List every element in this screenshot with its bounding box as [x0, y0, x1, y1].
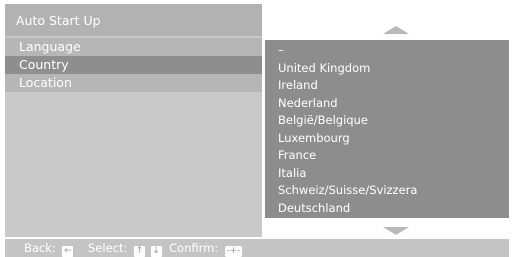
back-label: Back: [24, 241, 56, 255]
down-key-icon: ↓ [150, 246, 162, 257]
country-option-luxembourg[interactable]: Luxembourg [278, 130, 417, 148]
up-key-icon: ↑ [134, 246, 146, 257]
menu-item-language[interactable]: Language [5, 38, 262, 56]
confirm-hint: Confirm: -+- [169, 241, 242, 257]
country-option-france[interactable]: France [278, 147, 417, 165]
menu-item-location[interactable]: Location [5, 74, 262, 92]
country-option-deutschland[interactable]: Deutschland [278, 200, 417, 218]
country-option-none[interactable]: – [278, 42, 417, 60]
scroll-up-arrow-icon[interactable] [383, 26, 409, 34]
menu-list: Language Country Location [5, 38, 262, 92]
footer-hint-bar: Back: ← Select: ↑ ↓ Confirm: -+- [5, 239, 509, 257]
country-option-belgie[interactable]: België/Belgique [278, 112, 417, 130]
confirm-key-icon: -+- [224, 246, 242, 257]
country-option-nederland[interactable]: Nederland [278, 95, 417, 113]
country-options-panel: – United Kingdom Ireland Nederland Belgi… [265, 40, 509, 218]
country-options-list: – United Kingdom Ireland Nederland Belgi… [278, 42, 417, 217]
menu-panel: Auto Start Up Language Country Location [5, 4, 262, 237]
select-label: Select: [88, 241, 128, 255]
menu-title: Auto Start Up [5, 4, 262, 36]
country-option-united-kingdom[interactable]: United Kingdom [278, 60, 417, 78]
country-option-italia[interactable]: Italia [278, 165, 417, 183]
select-hint: Select: ↑ ↓ [88, 241, 162, 257]
menu-item-country[interactable]: Country [5, 56, 262, 74]
back-key-icon: ← [62, 246, 74, 257]
country-option-schweiz[interactable]: Schweiz/Suisse/Svizzera [278, 182, 417, 200]
confirm-label: Confirm: [169, 241, 219, 255]
back-hint: Back: ← [24, 241, 74, 257]
scroll-down-arrow-icon[interactable] [383, 227, 409, 235]
country-option-ireland[interactable]: Ireland [278, 77, 417, 95]
